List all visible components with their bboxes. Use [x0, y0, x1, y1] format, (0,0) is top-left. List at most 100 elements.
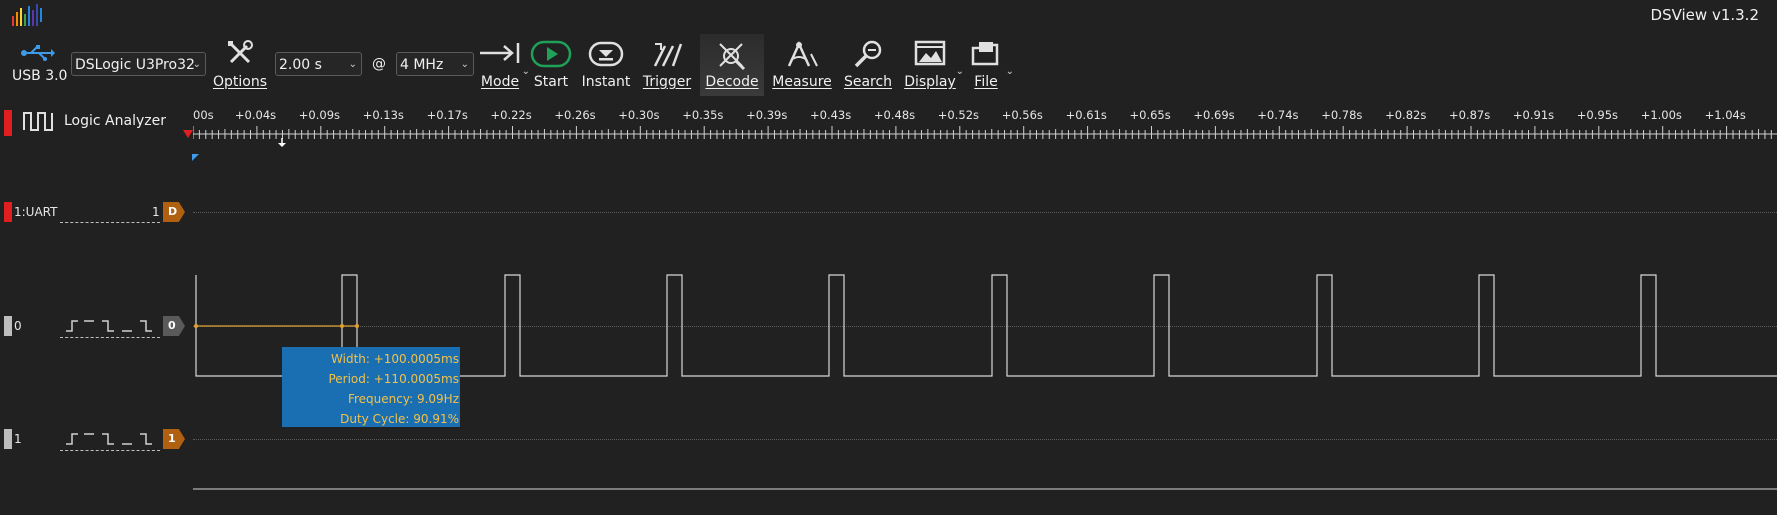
ruler-tick-label: +0.09s	[298, 108, 341, 122]
search-label: Search	[843, 74, 893, 90]
channel-name: 0	[14, 319, 22, 333]
play-icon	[530, 40, 572, 68]
channel-color-marker	[4, 429, 12, 449]
measure-icon	[787, 40, 818, 67]
channel-name: 1:UART	[14, 205, 58, 219]
options-button[interactable]: Options	[208, 38, 272, 90]
ruler-tick-label: 00s	[193, 108, 214, 122]
channel-name: 1	[14, 432, 22, 446]
ruler-tick-label: +1.00s	[1640, 108, 1682, 122]
folder-icon	[971, 42, 999, 66]
mode-button[interactable]: Mode ⌄	[476, 40, 530, 90]
channel-underline	[60, 337, 160, 338]
file-label: File	[974, 74, 998, 90]
channel-underline	[60, 222, 160, 223]
chevron-down-icon: ⌄	[955, 66, 964, 77]
channel-color-marker	[4, 316, 12, 336]
options-icon	[228, 40, 253, 64]
measure-frequency: Frequency: 9.09Hz	[347, 392, 459, 406]
chevron-down-icon: ⌄	[348, 59, 357, 70]
app-logo-icon	[10, 2, 50, 30]
ruler-tick-label: +0.95s	[1576, 108, 1619, 122]
ruler-tick-label: +0.65s	[1129, 108, 1171, 122]
channel-tag-decoder[interactable]: D	[163, 202, 185, 222]
trigger-icon	[653, 43, 683, 67]
usb-label: USB 3.0	[12, 68, 68, 84]
measure-button[interactable]: Measure	[770, 40, 834, 90]
decode-button[interactable]: Decode	[700, 34, 764, 96]
trigger-position-icon	[183, 130, 193, 138]
samplerate-select-value: 4 MHz	[400, 57, 444, 73]
device-select-value: DSLogic U3Pro32	[75, 57, 195, 73]
ruler-tick-label: +0.30s	[618, 108, 660, 122]
instant-icon	[588, 41, 624, 67]
instant-button[interactable]: Instant	[578, 40, 634, 90]
measure-label: Measure	[772, 74, 832, 90]
ruler-tick-label: +0.61s	[1065, 108, 1107, 122]
mode-icon	[480, 43, 520, 63]
measure-cursor-dot	[355, 324, 359, 328]
file-button[interactable]: File ⌄	[968, 40, 1014, 90]
chevron-down-icon: ⌄	[192, 59, 201, 70]
display-button[interactable]: Display ⌄	[902, 40, 964, 90]
ruler-tick-label: +1.04s	[1704, 108, 1746, 122]
channel-color-marker	[4, 202, 12, 222]
display-icon	[914, 40, 946, 66]
at-label: @	[372, 56, 386, 72]
duration-select[interactable]: 2.00 s ⌄	[275, 52, 362, 76]
channel-tag-0[interactable]: 0	[163, 316, 185, 336]
blue-marker-icon	[192, 154, 199, 161]
measure-period: Period: +110.0005ms	[328, 372, 459, 386]
trigger-edge-icons	[66, 433, 152, 445]
chevron-down-icon: ⌄	[460, 59, 469, 70]
ruler-tick-label: +0.87s	[1449, 108, 1491, 122]
channel-underline	[60, 450, 160, 451]
measure-cursor-dot	[340, 324, 344, 328]
ruler-tick-label: +0.17s	[426, 108, 468, 122]
measure-width: Width: +100.0005ms	[331, 352, 459, 366]
ruler-tick-label: +0.04s	[234, 108, 277, 122]
options-label: Options	[212, 74, 268, 90]
mode-label: Mode	[480, 74, 520, 90]
ruler-tick-label: +0.56s	[1001, 108, 1043, 122]
duration-select-value: 2.00 s	[279, 57, 322, 73]
mode-name-label: Logic Analyzer	[64, 113, 166, 129]
channel-tag-1[interactable]: 1	[163, 429, 185, 449]
ruler-tick-label: +0.48s	[873, 108, 916, 122]
instant-label: Instant	[581, 74, 631, 90]
ruler-tick-label: +0.22s	[490, 108, 532, 122]
ruler-tick-label: +0.69s	[1193, 108, 1235, 122]
trigger-label: Trigger	[642, 74, 692, 90]
ruler-tick-label: +0.82s	[1385, 108, 1427, 122]
start-label: Start	[533, 74, 569, 90]
ruler-tick-label: +0.78s	[1321, 108, 1363, 122]
ruler-tick-label: +0.26s	[554, 108, 596, 122]
decode-icon	[719, 43, 746, 71]
trigger-button[interactable]: Trigger	[640, 40, 694, 90]
ruler-tick-label: +0.91s	[1512, 108, 1555, 122]
trigger-edge-icons	[66, 320, 152, 332]
ruler-tick-label: +0.43s	[810, 108, 852, 122]
ruler-tick-label: +0.52s	[937, 108, 980, 122]
channel-index: 1	[152, 205, 160, 219]
mode-color-marker	[4, 110, 12, 136]
decode-label: Decode	[705, 74, 759, 90]
usb-status: USB 3.0	[12, 44, 68, 84]
usb-icon	[21, 45, 55, 61]
ruler-tick-label: +0.35s	[682, 108, 724, 122]
search-button[interactable]: Search	[842, 40, 894, 90]
measure-cursor-dot	[194, 324, 198, 328]
app-title: DSView v1.3.2	[1650, 6, 1759, 24]
chevron-down-icon: ⌄	[1005, 66, 1014, 77]
search-icon	[854, 40, 882, 68]
ruler-tick-label: +0.74s	[1257, 108, 1299, 122]
device-select[interactable]: DSLogic U3Pro32 ⌄	[71, 52, 206, 76]
start-button[interactable]: Start	[528, 40, 574, 90]
measure-tooltip: Width: +100.0005ms Period: +110.0005ms F…	[282, 347, 460, 427]
measure-duty: Duty Cycle: 90.91%	[340, 412, 459, 426]
ruler-tick-label: +0.13s	[362, 108, 404, 122]
samplerate-select[interactable]: 4 MHz ⌄	[396, 52, 474, 76]
ruler-tick-label: +0.39s	[746, 108, 788, 122]
cursor-marker-icon	[278, 138, 286, 147]
display-label: Display	[904, 74, 956, 90]
